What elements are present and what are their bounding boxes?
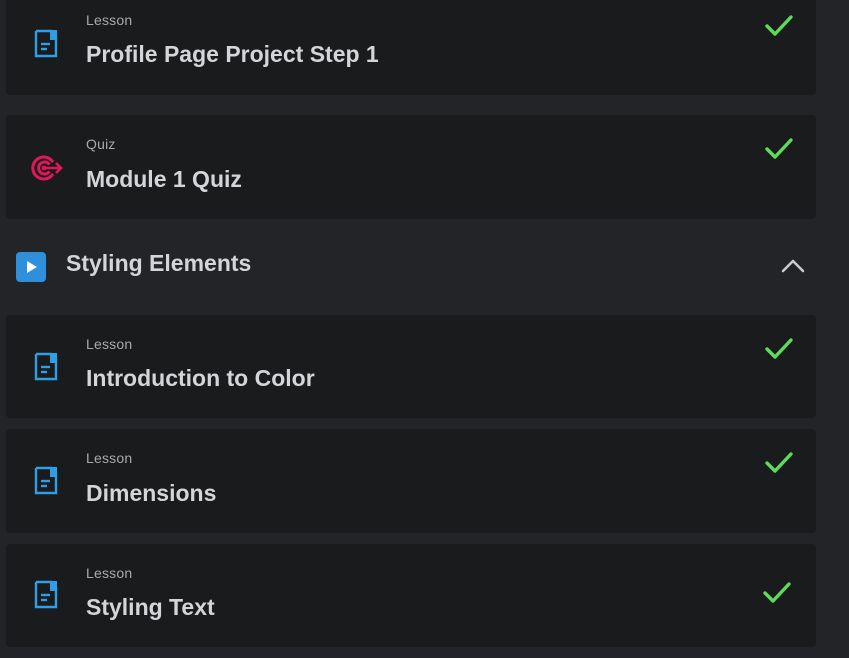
completed-check-icon: [762, 581, 792, 605]
item-type-label: Lesson: [86, 450, 133, 466]
completed-check-icon: [764, 451, 794, 475]
scroll-gutter: [833, 0, 849, 658]
lesson-document-icon: [32, 29, 62, 59]
item-title[interactable]: Styling Text: [86, 594, 215, 621]
list-item-module-1-quiz[interactable]: Quiz Module 1 Quiz: [6, 115, 816, 219]
item-type-label: Lesson: [86, 565, 133, 581]
section-header-styling-elements[interactable]: Styling Elements: [6, 236, 816, 298]
quiz-target-icon: [30, 153, 63, 183]
list-item-dimensions[interactable]: Lesson Dimensions: [6, 429, 816, 533]
section-title[interactable]: Styling Elements: [66, 250, 251, 277]
item-type-label: Quiz: [86, 136, 116, 152]
item-title[interactable]: Module 1 Quiz: [86, 166, 242, 193]
completed-check-icon: [764, 14, 794, 38]
item-type-label: Lesson: [86, 12, 133, 28]
list-item-introduction-to-color[interactable]: Lesson Introduction to Color: [6, 315, 816, 418]
lesson-document-icon: [32, 580, 62, 610]
item-title[interactable]: Profile Page Project Step 1: [86, 41, 379, 68]
list-item-styling-text[interactable]: Lesson Styling Text: [6, 544, 816, 647]
course-outline: Lesson Profile Page Project Step 1 Quiz …: [0, 0, 849, 658]
item-title[interactable]: Dimensions: [86, 480, 216, 507]
item-type-label: Lesson: [86, 336, 133, 352]
play-icon: [16, 252, 46, 282]
lesson-document-icon: [32, 466, 62, 496]
list-item-profile-page-project-step-1[interactable]: Lesson Profile Page Project Step 1: [6, 0, 816, 95]
chevron-up-icon[interactable]: [780, 256, 806, 276]
lesson-document-icon: [32, 352, 62, 382]
item-title[interactable]: Introduction to Color: [86, 365, 315, 392]
completed-check-icon: [764, 137, 794, 161]
completed-check-icon: [764, 337, 794, 361]
